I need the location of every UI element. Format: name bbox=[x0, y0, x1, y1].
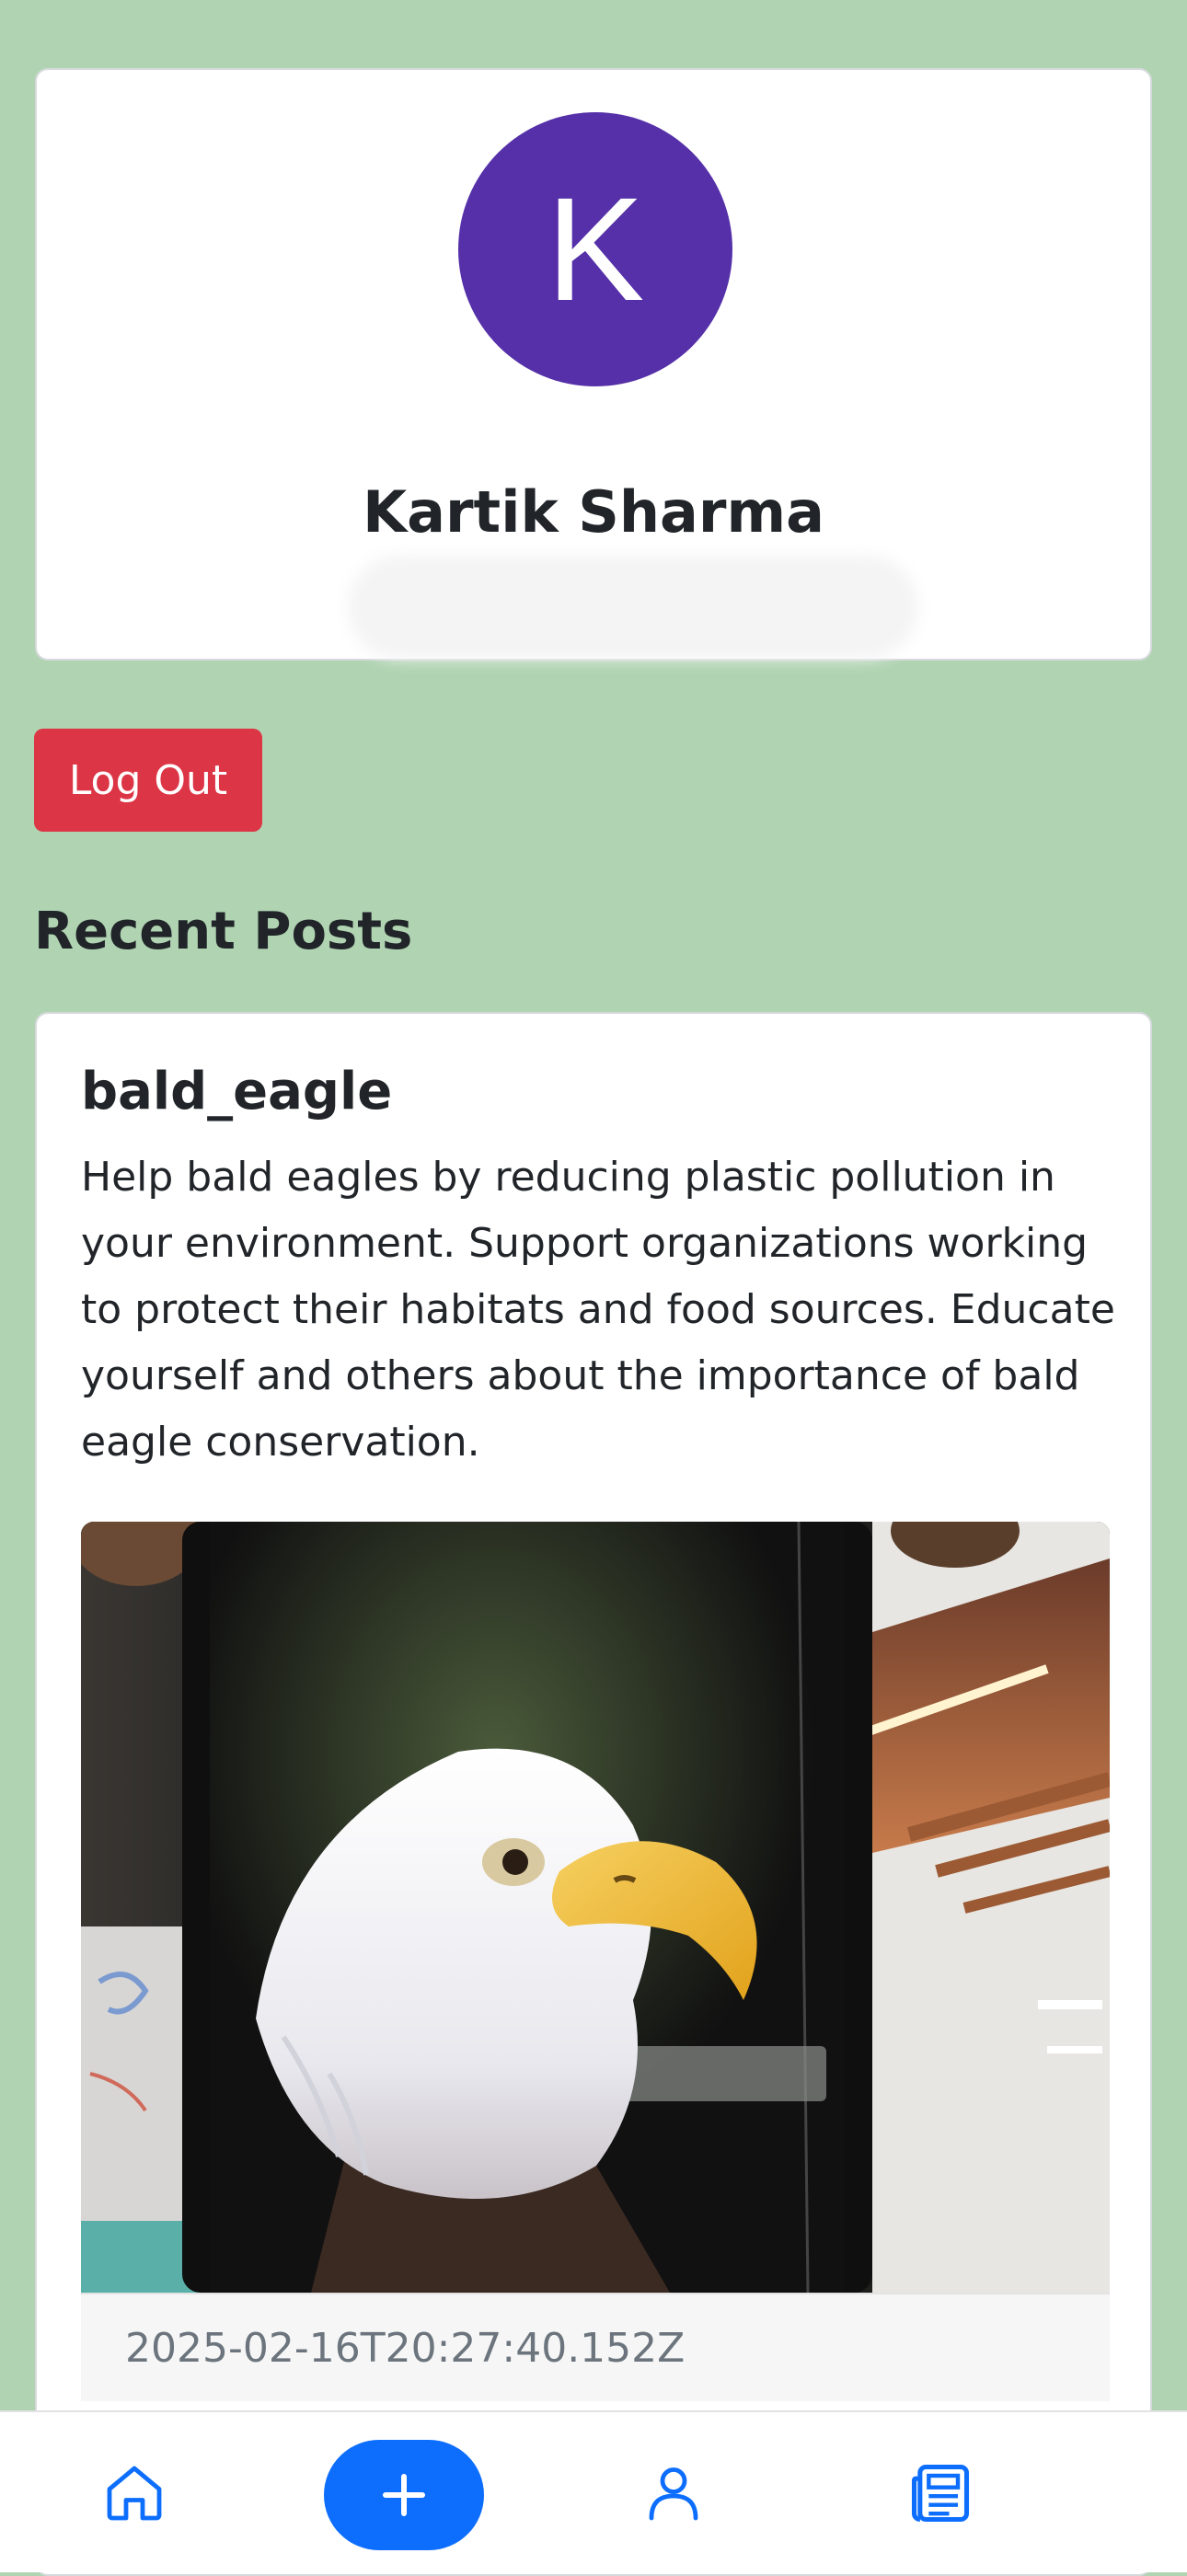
profile-card: K Kartik Sharma bbox=[35, 68, 1152, 661]
eagle-photo bbox=[81, 1522, 1110, 2293]
post-image bbox=[81, 1522, 1110, 2293]
plus-icon bbox=[383, 2474, 425, 2516]
redacted-email bbox=[348, 556, 918, 659]
logout-button[interactable]: Log Out bbox=[34, 729, 262, 832]
recent-posts-heading: Recent Posts bbox=[34, 902, 413, 961]
nav-create-post-button[interactable] bbox=[324, 2440, 484, 2550]
bottom-nav bbox=[0, 2410, 1187, 2572]
post-card[interactable]: bald_eagle Help bald eagles by reducing … bbox=[35, 1012, 1152, 2576]
post-body: Help bald eagles by reducing plastic pol… bbox=[81, 1154, 1115, 1466]
home-icon bbox=[107, 2466, 162, 2521]
nav-profile-button[interactable] bbox=[618, 2412, 729, 2574]
post-timestamp: 2025-02-16T20:27:40.152Z bbox=[81, 2293, 1110, 2401]
profile-name: Kartik Sharma bbox=[363, 478, 824, 546]
feed-icon bbox=[911, 2464, 970, 2523]
post-title: bald_eagle bbox=[81, 1062, 393, 1121]
avatar: K bbox=[458, 112, 732, 386]
nav-feed-button[interactable] bbox=[885, 2412, 996, 2574]
nav-home-button[interactable] bbox=[79, 2412, 190, 2574]
user-icon bbox=[649, 2467, 698, 2521]
avatar-initial: K bbox=[546, 167, 645, 331]
